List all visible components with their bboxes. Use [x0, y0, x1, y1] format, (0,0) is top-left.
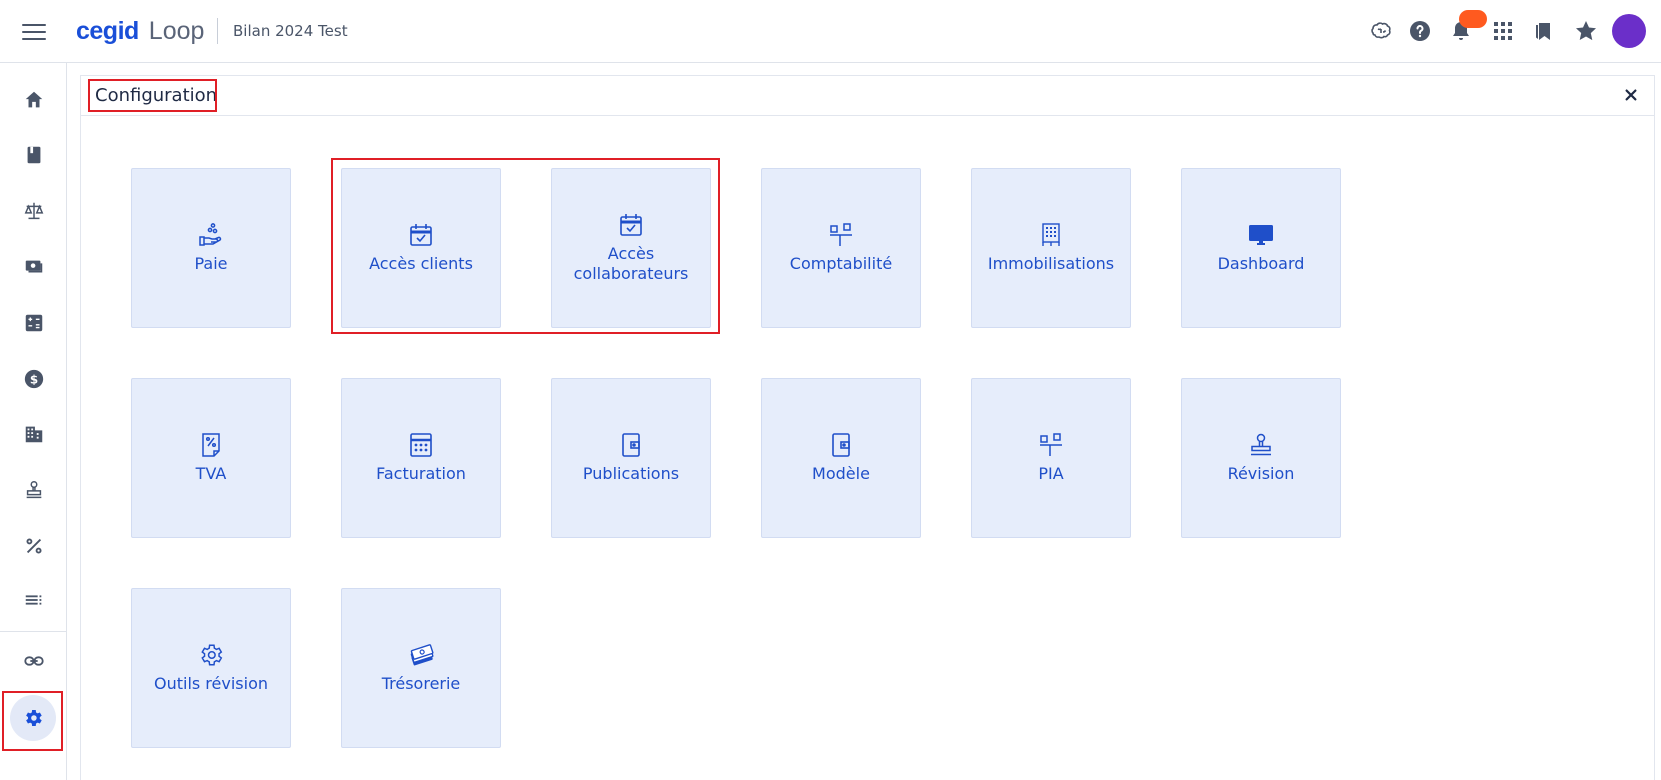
percent-doc-icon — [198, 432, 224, 458]
sidebar-item-link[interactable] — [14, 641, 54, 681]
wallet-icon — [618, 432, 644, 458]
tile-label: Comptabilité — [789, 254, 893, 273]
sidebar-item-book[interactable] — [14, 135, 54, 175]
book-icon — [27, 146, 41, 164]
bookmarks-icon[interactable] — [1531, 18, 1557, 44]
org-chart-icon — [1038, 432, 1064, 458]
star-icon[interactable] — [1573, 18, 1599, 44]
tile-label: Outils révision — [153, 674, 268, 693]
monitor-icon — [1248, 222, 1274, 248]
brand-primary: cegid — [76, 16, 139, 45]
help-icon[interactable] — [1407, 18, 1433, 44]
tile-label: Trésorerie — [381, 674, 461, 693]
panel-header: Configuration — [81, 76, 1654, 116]
building-icon — [25, 426, 43, 443]
tile-label: TVA — [195, 464, 227, 483]
tile-label: PIA — [1038, 464, 1064, 483]
tile-label: Paie — [194, 254, 228, 273]
sidebar-item-stamp[interactable] — [14, 470, 54, 510]
tile-pia[interactable]: PIA — [971, 378, 1131, 538]
close-button[interactable] — [1622, 86, 1640, 104]
sidebar-item-calculator[interactable] — [14, 303, 54, 343]
tile-publications[interactable]: Publications — [551, 378, 711, 538]
configuration-panel: Configuration Paie Accès clients Accès c… — [80, 75, 1655, 780]
apps-grid-icon[interactable] — [1490, 18, 1516, 44]
tile-label: Immobilisations — [987, 254, 1115, 273]
brand-secondary: Loop — [148, 16, 205, 45]
sidebar-item-home[interactable] — [14, 80, 54, 120]
tile-dashboard[interactable]: Dashboard — [1181, 168, 1341, 328]
home-icon — [25, 91, 43, 108]
link-icon — [24, 656, 44, 666]
tile-label: Facturation — [376, 464, 466, 483]
tile-label: Publications — [582, 464, 680, 483]
tile-comptabilite[interactable]: Comptabilité — [761, 168, 921, 328]
tile-modele[interactable]: Modèle — [761, 378, 921, 538]
tile-label: Modèle — [812, 464, 870, 483]
brand-logo[interactable]: cegid Loop — [76, 16, 204, 46]
payments-icon — [25, 260, 43, 273]
org-chart-icon — [828, 222, 854, 248]
sidebar-item-list[interactable] — [14, 580, 54, 620]
avatar[interactable] — [1612, 14, 1646, 48]
brand-divider — [217, 18, 218, 44]
tile-facturation[interactable]: Facturation — [341, 378, 501, 538]
gear-icon — [198, 642, 224, 668]
stamp-icon — [26, 481, 42, 499]
building-grid-icon — [1038, 222, 1064, 248]
stamp-icon — [1248, 432, 1274, 458]
percent-icon — [26, 538, 42, 554]
calculator-icon — [408, 432, 434, 458]
sidebar-item-scale[interactable] — [14, 191, 54, 231]
tile-revision[interactable]: Révision — [1181, 378, 1341, 538]
top-bar: cegid Loop Bilan 2024 Test — [0, 0, 1661, 63]
menu-icon[interactable] — [22, 20, 46, 42]
notification-badge — [1459, 10, 1487, 28]
highlight-title — [88, 79, 217, 112]
tile-label: Révision — [1227, 464, 1295, 483]
close-icon — [1625, 89, 1637, 101]
tile-tva[interactable]: TVA — [131, 378, 291, 538]
sidebar: $ — [0, 63, 67, 780]
hand-coins-icon — [198, 222, 224, 248]
tile-label: Dashboard — [1217, 254, 1305, 273]
tile-immobilisations[interactable]: Immobilisations — [971, 168, 1131, 328]
list-icon — [25, 595, 42, 605]
sidebar-item-percent[interactable] — [14, 526, 54, 566]
wallet-icon — [828, 432, 854, 458]
brain-icon[interactable] — [1368, 18, 1394, 44]
sidebar-item-payments[interactable] — [14, 247, 54, 287]
money-stack-icon — [408, 642, 434, 668]
tile-tresorerie[interactable]: Trésorerie — [341, 588, 501, 748]
scale-icon — [24, 202, 44, 220]
sidebar-item-dollar[interactable]: $ — [14, 359, 54, 399]
highlight-settings — [2, 691, 63, 751]
sidebar-divider — [0, 631, 67, 632]
svg-text:$: $ — [30, 373, 38, 387]
tile-outils-revision[interactable]: Outils révision — [131, 588, 291, 748]
tile-paie[interactable]: Paie — [131, 168, 291, 328]
calculator-icon — [25, 314, 43, 332]
document-title: Bilan 2024 Test — [233, 22, 348, 40]
dollar-icon: $ — [24, 369, 44, 389]
highlight-access-tiles — [331, 158, 720, 334]
sidebar-item-building[interactable] — [14, 414, 54, 454]
